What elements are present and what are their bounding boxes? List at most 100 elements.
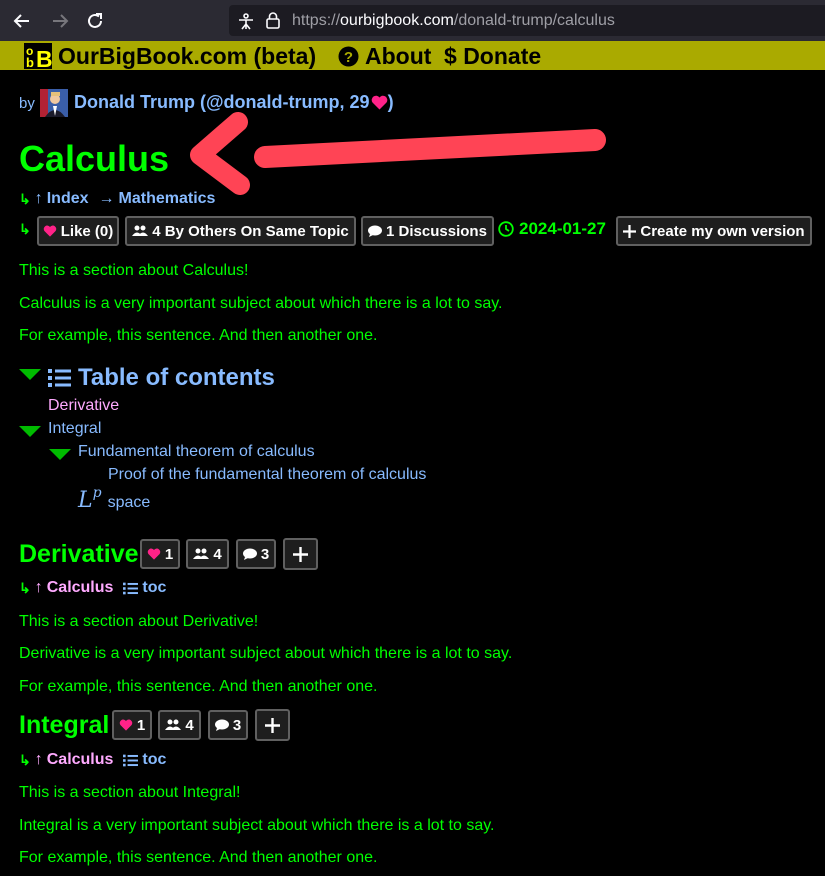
toc-title: Table of contents bbox=[78, 364, 275, 391]
comment-icon bbox=[368, 225, 383, 237]
like-button[interactable]: Like (0) bbox=[37, 216, 119, 246]
reload-button[interactable] bbox=[82, 8, 108, 34]
section-toc-link[interactable]: toc bbox=[142, 751, 166, 769]
section-like-button[interactable]: 1 bbox=[140, 539, 180, 569]
section-others-button[interactable]: 4 bbox=[186, 539, 229, 569]
url-text[interactable]: https://ourbigbook.com/donald-trump/calc… bbox=[292, 12, 615, 30]
about-label: About bbox=[365, 43, 432, 69]
section-discussions-button[interactable]: 3 bbox=[236, 539, 276, 569]
nav-parent-link[interactable]: Mathematics bbox=[119, 190, 216, 208]
svg-text:b: b bbox=[26, 55, 34, 69]
lock-icon[interactable] bbox=[265, 11, 281, 29]
triangle-down-icon bbox=[49, 449, 71, 460]
section-discussions-button[interactable]: 3 bbox=[208, 710, 248, 740]
like-label: Like (0) bbox=[60, 222, 114, 240]
discussions-label: 1 Discussions bbox=[386, 222, 487, 240]
section-add-button[interactable] bbox=[283, 538, 318, 570]
url-prefix: https:// bbox=[292, 12, 341, 29]
toc-toggle-integral[interactable] bbox=[19, 424, 41, 442]
create-version-button[interactable]: Create my own version bbox=[616, 216, 812, 246]
section-toc-link[interactable]: toc bbox=[142, 579, 166, 597]
toc-item-lp-space[interactable]: L p space bbox=[78, 485, 151, 513]
article-nav: ↳ ↑ Index → Mathematics bbox=[19, 190, 215, 208]
author-avatar[interactable] bbox=[40, 89, 68, 117]
plus-icon bbox=[623, 224, 637, 238]
arrow-left-icon bbox=[13, 14, 29, 28]
section-others-button[interactable]: 4 bbox=[158, 710, 201, 740]
create-label: Create my own version bbox=[640, 222, 805, 240]
section-like-button[interactable]: 1 bbox=[112, 710, 152, 740]
section-paragraph: Derivative is a very important subject a… bbox=[19, 645, 513, 662]
triangle-down-icon bbox=[19, 426, 41, 437]
users-icon bbox=[165, 719, 182, 730]
section-heading[interactable]: Integral bbox=[19, 711, 109, 740]
nav-corner-icon: ↳ bbox=[19, 579, 31, 596]
date-text: 2024-01-27 bbox=[519, 219, 606, 238]
list-icon bbox=[48, 369, 71, 387]
toc-item-derivative[interactable]: Derivative bbox=[48, 397, 119, 415]
heart-icon bbox=[147, 548, 161, 560]
like-count: 1 bbox=[136, 716, 146, 734]
article-date: 2024-01-27 bbox=[498, 219, 606, 239]
math-sup: p bbox=[92, 485, 102, 501]
toc-toggle-fundamental[interactable] bbox=[49, 447, 71, 465]
question-icon: ? bbox=[338, 46, 359, 67]
actions-corner-icon: ↳ bbox=[19, 221, 31, 237]
browser-toolbar: https://ourbigbook.com/donald-trump/calc… bbox=[0, 0, 825, 41]
heart-icon bbox=[119, 719, 133, 731]
others-count: 4 bbox=[185, 716, 194, 734]
donate-link[interactable]: $ Donate bbox=[444, 43, 541, 70]
site-info-icon[interactable] bbox=[237, 12, 255, 30]
list-icon bbox=[123, 754, 139, 766]
discussions-button[interactable]: 1 Discussions bbox=[361, 216, 494, 246]
toc-heading[interactable]: Table of contents bbox=[48, 364, 275, 392]
dollar-icon: $ bbox=[444, 43, 457, 69]
toc-item-label: space bbox=[107, 494, 151, 511]
heart-icon bbox=[43, 225, 56, 237]
reload-icon bbox=[88, 13, 102, 28]
toc-item-proof[interactable]: Proof of the fundamental theorem of calc… bbox=[108, 466, 426, 484]
url-host: ourbigbook.com bbox=[340, 12, 454, 29]
about-link[interactable]: ? About bbox=[338, 43, 431, 70]
forward-button[interactable] bbox=[47, 8, 73, 34]
page-title: Calculus bbox=[19, 138, 170, 179]
svg-text:?: ? bbox=[344, 49, 353, 66]
site-name-link[interactable]: OurBigBook.com (beta) bbox=[58, 43, 316, 70]
toc-toggle[interactable] bbox=[19, 367, 41, 385]
section-paragraph: This is a section about Derivative! bbox=[19, 613, 259, 630]
arrow-right-icon bbox=[53, 14, 69, 28]
plus-icon bbox=[293, 546, 308, 562]
section-paragraph: For example, this sentence. And then ano… bbox=[19, 849, 378, 866]
discussions-count: 3 bbox=[232, 716, 242, 734]
section-parent-link[interactable]: Calculus bbox=[47, 579, 114, 597]
section-nav: ↳ ↑ Calculus toc bbox=[19, 751, 166, 769]
others-label: 4 By Others On Same Topic bbox=[152, 222, 349, 240]
toc-item-fundamental-theorem[interactable]: Fundamental theorem of calculus bbox=[78, 443, 315, 461]
others-count: 4 bbox=[213, 545, 222, 563]
heart-icon bbox=[371, 95, 387, 110]
section-paragraph: This is a section about Integral! bbox=[19, 784, 241, 801]
math-base: L bbox=[78, 488, 93, 513]
section-paragraph: For example, this sentence. And then ano… bbox=[19, 678, 378, 695]
section-heading[interactable]: Derivative bbox=[19, 540, 139, 569]
others-same-topic-button[interactable]: 4 By Others On Same Topic bbox=[125, 216, 356, 246]
right-arrow-icon: → bbox=[98, 190, 115, 207]
annotation-arrow bbox=[190, 112, 606, 195]
section-add-button[interactable] bbox=[255, 709, 290, 741]
svg-text:B: B bbox=[36, 46, 52, 69]
article-paragraph: For example, this sentence. And then ano… bbox=[19, 327, 378, 344]
ourbigbook-logo[interactable]: o b B bbox=[24, 43, 52, 69]
comment-icon bbox=[214, 719, 229, 731]
nav-index-link[interactable]: Index bbox=[47, 190, 89, 208]
users-icon bbox=[193, 548, 210, 559]
comment-icon bbox=[242, 548, 257, 560]
toc-item-integral[interactable]: Integral bbox=[48, 420, 101, 438]
address-bar[interactable]: https://ourbigbook.com/donald-trump/calc… bbox=[229, 5, 825, 36]
triangle-down-icon bbox=[19, 369, 41, 380]
discussions-count: 3 bbox=[260, 545, 270, 563]
back-button[interactable] bbox=[9, 8, 35, 34]
list-icon bbox=[123, 582, 139, 594]
clock-icon bbox=[498, 221, 514, 237]
article-paragraph: This is a section about Calculus! bbox=[19, 262, 249, 279]
section-parent-link[interactable]: Calculus bbox=[47, 751, 114, 769]
